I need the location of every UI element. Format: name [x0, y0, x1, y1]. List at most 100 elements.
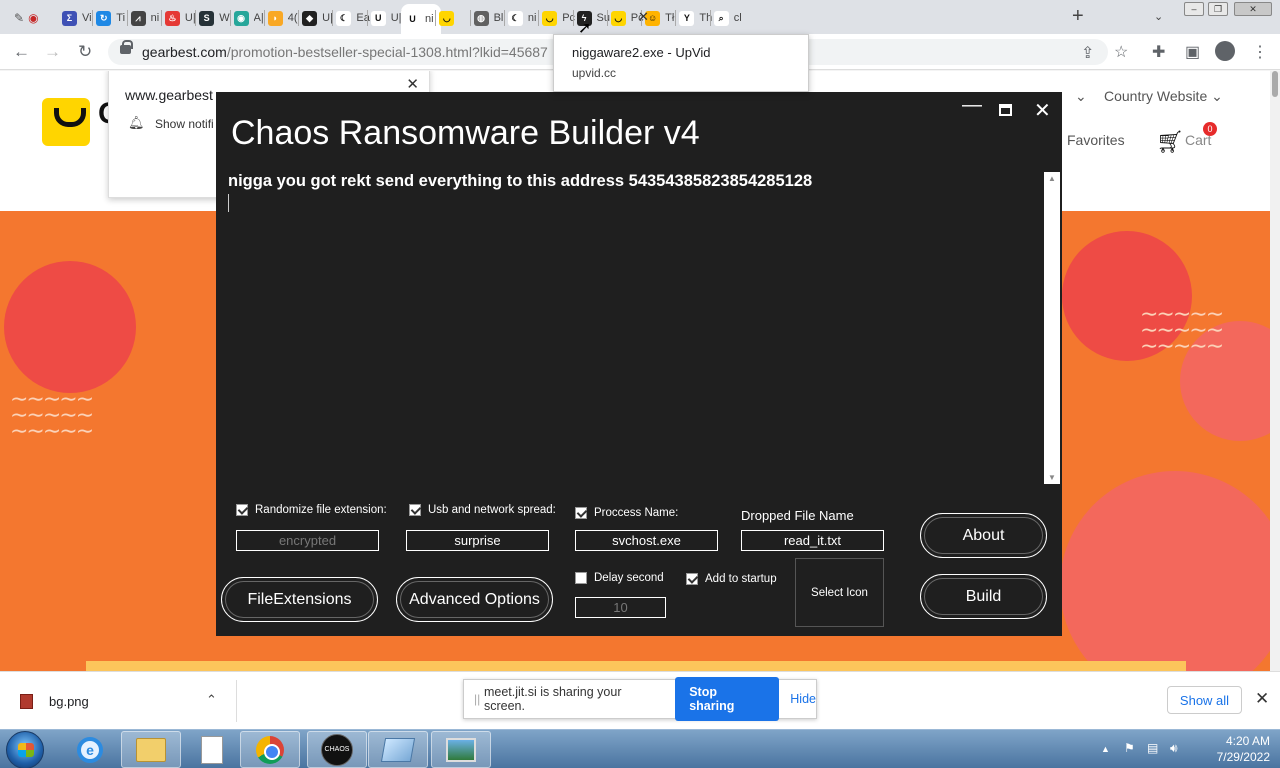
download-item[interactable]: bg.png: [20, 694, 89, 709]
usb-checkbox[interactable]: [409, 504, 421, 516]
process-option[interactable]: Proccess Name:: [575, 507, 678, 519]
decor-wave: ∼∼∼∼∼ ∼∼∼∼∼ ∼∼∼∼∼: [10, 386, 94, 443]
tab-separator: [126, 10, 128, 26]
tab-close-icon[interactable]: ✕: [638, 9, 649, 25]
tooltip-host: upvid.cc: [572, 66, 617, 80]
tab-separator: [709, 10, 711, 26]
tab-title: cl: [733, 12, 742, 24]
scroll-thumb[interactable]: [1272, 71, 1278, 97]
profile-avatar-icon[interactable]: [1215, 41, 1235, 61]
randomize-checkbox[interactable]: [236, 504, 248, 516]
tab-pinned-extensions[interactable]: ✎ ◉: [14, 6, 39, 30]
side-panel-icon[interactable]: ▣: [1185, 42, 1200, 62]
start-button[interactable]: [6, 731, 44, 768]
usb-spread-input[interactable]: surprise: [406, 530, 549, 551]
dropdown-chevron-icon[interactable]: ⌄: [1075, 88, 1087, 105]
taskbar-chaos[interactable]: CHAOS: [307, 731, 367, 768]
download-filename: bg.png: [49, 694, 89, 709]
select-icon-button[interactable]: Select Icon: [795, 558, 884, 627]
chaos-minimize-button[interactable]: —: [962, 94, 982, 117]
gearbest-logo[interactable]: [42, 98, 90, 146]
favorites-link[interactable]: Favorites: [1067, 132, 1125, 148]
extensions-puzzle-icon[interactable]: ✚: [1152, 42, 1165, 62]
tab-separator: [503, 10, 505, 26]
startup-option[interactable]: Add to startup: [686, 573, 777, 585]
file-extensions-button[interactable]: FileExtensions: [221, 577, 378, 622]
tab-favicon-icon: ◡: [610, 10, 626, 26]
page-scrollbar[interactable]: [1270, 71, 1280, 671]
dropped-file-input[interactable]: read_it.txt: [741, 530, 884, 551]
tab-favicon-icon: ⌕: [713, 10, 729, 26]
startup-checkbox[interactable]: [686, 573, 698, 585]
scroll-up-icon[interactable]: ▲: [1048, 174, 1056, 183]
tab-favicon-icon: Σ: [62, 10, 77, 26]
delay-option[interactable]: Delay second: [575, 572, 664, 584]
tab-favicon-icon: Y: [679, 10, 695, 26]
tab-separator: [298, 10, 300, 26]
note-scrollbar[interactable]: ▲ ▼: [1044, 172, 1060, 484]
taskbar-notepad[interactable]: [182, 731, 242, 768]
text-caret: [228, 194, 229, 212]
chaos-app-icon: CHAOS: [321, 733, 353, 766]
hide-button[interactable]: Hide: [790, 692, 816, 706]
country-website-link[interactable]: Country Website ⌄: [1104, 88, 1223, 105]
download-options-chevron-icon[interactable]: ⌃: [206, 692, 217, 708]
tab-separator: [469, 10, 471, 26]
document-icon: [201, 735, 223, 764]
process-label: Proccess Name:: [594, 507, 679, 519]
taskbar-photo-viewer[interactable]: [431, 731, 491, 768]
taskbar-explorer[interactable]: [121, 731, 181, 768]
system-clock[interactable]: 4:20 AM 7/29/2022: [1160, 733, 1270, 765]
share-text: meet.jit.si is sharing your screen.: [483, 685, 622, 713]
advanced-options-button[interactable]: Advanced Options: [396, 577, 553, 622]
tray-expand-icon[interactable]: ▲: [1101, 744, 1110, 754]
show-all-button[interactable]: Show all: [1167, 686, 1242, 714]
action-center-flag-icon[interactable]: ⚑: [1124, 741, 1135, 755]
tab-strip: ✎ ◉ Σ Vi ↻ Ti ⩘ ni ♨ U| S W ◉ A| ◗ 4(◆ U| ☾ Ea U U| Uni ◡ ◍ Bl ☾…: [0, 0, 1280, 34]
browser-tab[interactable]: ⌕ cl: [713, 6, 750, 30]
ransom-note-textarea[interactable]: nigga you got rekt send everything to th…: [228, 172, 1044, 484]
cart-icon[interactable]: 🛒︎: [1156, 129, 1184, 155]
window-close-button[interactable]: ✕: [1234, 2, 1272, 16]
decor-circle: [4, 261, 136, 393]
about-button[interactable]: About: [920, 513, 1047, 558]
delay-checkbox[interactable]: [575, 572, 587, 584]
process-name-input[interactable]: svchost.exe: [575, 530, 718, 551]
menu-kebab-icon[interactable]: ⋮: [1252, 42, 1268, 62]
bookmark-star-icon[interactable]: ☆: [1114, 42, 1128, 62]
tab-favicon-icon: ◉: [233, 10, 249, 26]
cart-link[interactable]: Cart: [1185, 132, 1211, 148]
internet-explorer-icon: e: [77, 736, 103, 763]
new-tab-button[interactable]: +: [1072, 6, 1084, 26]
chrome-icon: [256, 735, 284, 764]
tab-search-chevron-icon[interactable]: ⌄: [1154, 10, 1163, 23]
divider: [236, 680, 237, 722]
chaos-maximize-button[interactable]: [999, 104, 1012, 116]
share-icon[interactable]: ⇪: [1081, 43, 1094, 63]
delay-seconds-input[interactable]: 10: [575, 597, 666, 618]
build-button[interactable]: Build: [920, 574, 1047, 619]
delay-label: Delay second: [594, 572, 664, 584]
reload-button[interactable]: ↻: [78, 42, 92, 62]
back-button[interactable]: ←: [13, 42, 30, 62]
tab-separator: [263, 10, 265, 26]
chaos-close-button[interactable]: ✕: [1034, 98, 1051, 123]
forward-button[interactable]: →: [44, 42, 61, 62]
window-restore-button[interactable]: ❐: [1208, 2, 1228, 16]
stop-sharing-button[interactable]: Stop sharing: [675, 677, 780, 721]
tab-separator: [160, 10, 162, 26]
taskbar-chrome[interactable]: [240, 731, 300, 768]
usb-option[interactable]: Usb and network spread:: [409, 504, 556, 516]
download-bar-close-icon[interactable]: ✕: [1255, 689, 1269, 709]
extension-input[interactable]: encrypted: [236, 530, 379, 551]
scroll-down-icon[interactable]: ▼: [1048, 473, 1056, 482]
window-minimize-button[interactable]: ‒: [1184, 2, 1204, 16]
tab-favicon-icon: ◍: [473, 10, 489, 26]
notif-close-icon[interactable]: ✕: [406, 75, 419, 93]
process-checkbox[interactable]: [575, 507, 587, 519]
taskbar-ie[interactable]: e: [60, 731, 120, 768]
randomize-option[interactable]: Randomize file extension:: [236, 504, 387, 516]
drag-grip-icon[interactable]: ||: [474, 692, 484, 706]
network-icon[interactable]: ▤: [1147, 741, 1158, 755]
taskbar-wordpad[interactable]: [368, 731, 428, 768]
